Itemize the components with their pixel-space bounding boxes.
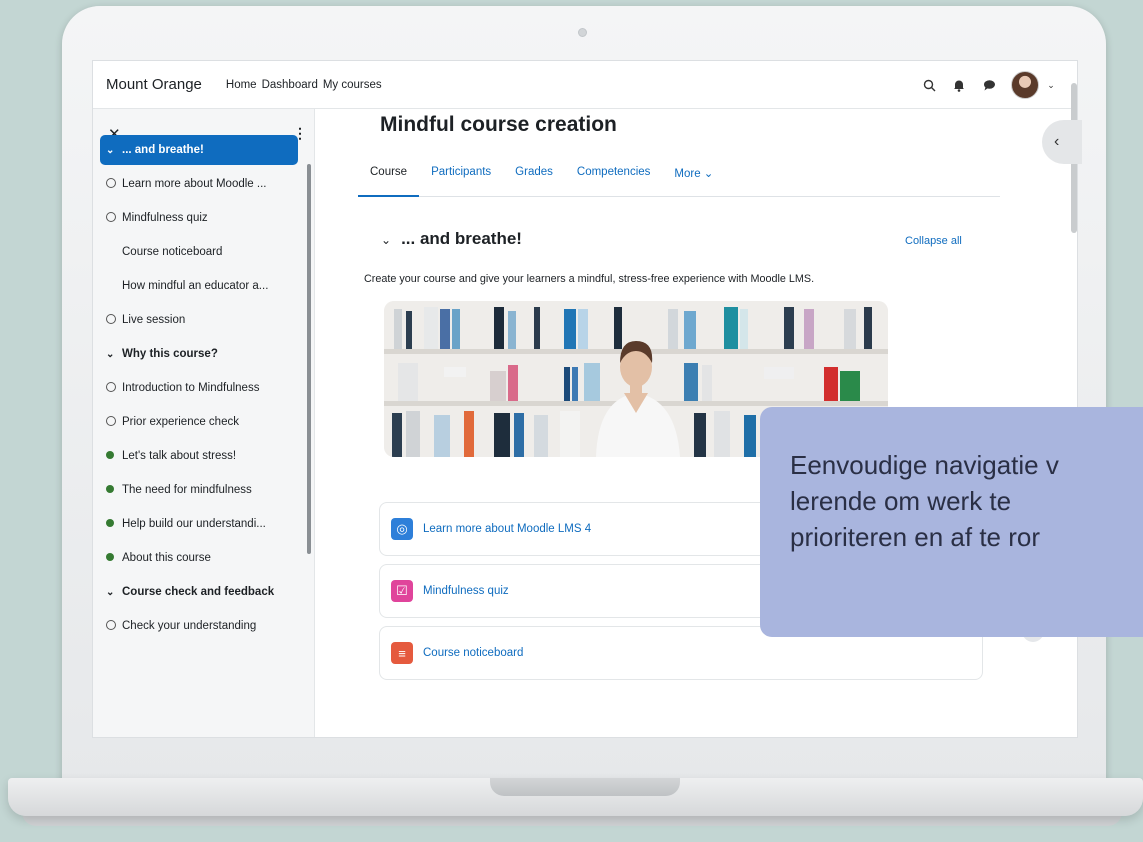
course-index-item-label: Check your understanding bbox=[122, 620, 257, 632]
course-index-item-label: Introduction to Mindfulness bbox=[122, 382, 260, 394]
site-brand[interactable]: Mount Orange bbox=[106, 76, 202, 93]
webcam bbox=[578, 28, 587, 37]
quiz-icon: ☑ bbox=[391, 580, 413, 602]
course-index-item-label: Mindfulness quiz bbox=[122, 212, 208, 224]
callout-line: lerende om werk te bbox=[790, 486, 1012, 516]
course-index-item[interactable]: Live session bbox=[100, 305, 298, 335]
course-index-item[interactable]: How mindful an educator a... bbox=[100, 271, 298, 301]
course-index-item-label: Prior experience check bbox=[122, 416, 239, 428]
course-index-item-label: Why this course? bbox=[122, 348, 218, 360]
incomplete-circle-icon bbox=[106, 620, 122, 633]
section-title[interactable]: ⌄ ... and breathe! bbox=[381, 229, 522, 249]
chat-icon[interactable] bbox=[981, 77, 997, 93]
drawer-scrollbar[interactable] bbox=[307, 164, 311, 554]
course-index-item-label: Course check and feedback bbox=[122, 586, 275, 598]
course-index-item[interactable]: ⌄ Why this course? bbox=[100, 339, 298, 369]
user-avatar[interactable] bbox=[1011, 71, 1039, 99]
course-index-item[interactable]: Let's talk about stress! bbox=[100, 441, 298, 471]
collapse-all-link[interactable]: Collapse all bbox=[905, 235, 962, 247]
activity-link[interactable]: Learn more about Moodle LMS 4 bbox=[423, 523, 591, 535]
section-description: Create your course and give your learner… bbox=[364, 273, 815, 285]
course-index-item-label: The need for mindfulness bbox=[122, 484, 252, 496]
page-title: Mindful course creation bbox=[380, 113, 617, 136]
course-index-drawer: ✕ ⋮ ⌄... and breathe!Learn more about Mo… bbox=[93, 109, 315, 737]
completed-dot-icon bbox=[106, 484, 122, 496]
course-index-item[interactable]: Introduction to Mindfulness bbox=[100, 373, 298, 403]
incomplete-circle-icon bbox=[106, 416, 122, 429]
section-title-text: ... and breathe! bbox=[401, 229, 522, 248]
course-index-item[interactable]: Help build our understandi... bbox=[100, 509, 298, 539]
chevron-down-icon[interactable]: ⌄ bbox=[381, 233, 391, 247]
right-drawer-toggle[interactable]: ‹ bbox=[1042, 120, 1082, 164]
nav-dashboard[interactable]: Dashboard bbox=[262, 79, 318, 91]
course-index-item[interactable]: About this course bbox=[100, 543, 298, 573]
incomplete-circle-icon bbox=[106, 314, 122, 327]
course-index-item-label: Learn more about Moodle ... bbox=[122, 178, 267, 190]
callout-line: prioriteren en af te ror bbox=[790, 522, 1041, 552]
bell-icon[interactable] bbox=[951, 77, 967, 93]
course-index-item-label: Course noticeboard bbox=[122, 246, 223, 258]
nav-home[interactable]: Home bbox=[226, 79, 257, 91]
tab-course[interactable]: Course bbox=[358, 163, 420, 197]
course-index-item[interactable]: ⌄ Course check and feedback bbox=[100, 577, 298, 607]
completed-dot-icon bbox=[106, 552, 122, 564]
course-index-item-label: Help build our understandi... bbox=[122, 518, 266, 530]
incomplete-circle-icon bbox=[106, 178, 122, 191]
chevron-down-icon[interactable]: ⌄ bbox=[1043, 77, 1059, 93]
incomplete-circle-icon bbox=[106, 382, 122, 395]
course-index-item-label: Live session bbox=[122, 314, 186, 326]
chevron-down-icon[interactable]: ⌄ bbox=[106, 349, 122, 360]
course-index-item-label: Let's talk about stress! bbox=[122, 450, 237, 462]
course-index-item[interactable]: Prior experience check bbox=[100, 407, 298, 437]
callout-line: Eenvoudige navigatie v bbox=[790, 450, 1059, 480]
course-index-item[interactable]: Mindfulness quiz bbox=[100, 203, 298, 233]
course-index-item[interactable]: Learn more about Moodle ... bbox=[100, 169, 298, 199]
course-index-item-label: About this course bbox=[122, 552, 211, 564]
chevron-down-icon[interactable]: ⌄ bbox=[106, 145, 122, 156]
laptop-notch bbox=[490, 778, 680, 796]
search-icon[interactable] bbox=[921, 77, 937, 93]
tab-participants[interactable]: Participants bbox=[419, 163, 503, 197]
completed-dot-icon bbox=[106, 450, 122, 462]
nav-my-courses[interactable]: My courses bbox=[323, 79, 382, 91]
callout-box: Eenvoudige navigatie v lerende om werk t… bbox=[760, 407, 1143, 637]
chevron-left-icon[interactable]: ‹ bbox=[1054, 133, 1059, 151]
activity-link[interactable]: Course noticeboard bbox=[423, 647, 523, 659]
navbar-actions: ⌄ bbox=[921, 71, 1059, 99]
course-index-item[interactable]: The need for mindfulness bbox=[100, 475, 298, 505]
tab-grades[interactable]: Grades bbox=[503, 163, 565, 197]
activity-link[interactable]: Mindfulness quiz bbox=[423, 585, 509, 597]
tab-competencies[interactable]: Competencies bbox=[565, 163, 663, 197]
incomplete-circle-icon bbox=[106, 212, 122, 225]
tab-more[interactable]: More ⌄ bbox=[662, 163, 725, 197]
top-navbar: Mount Orange Home Dashboard My courses ⌄ bbox=[93, 61, 1077, 109]
course-index-item[interactable]: ⌄... and breathe! bbox=[100, 135, 298, 165]
globe-icon: ◎ bbox=[391, 518, 413, 540]
course-tabs: Course Participants Grades Competencies … bbox=[358, 163, 1000, 197]
course-index-item[interactable]: Course noticeboard bbox=[100, 237, 298, 267]
forum-icon: ≡ bbox=[391, 642, 413, 664]
chevron-down-icon[interactable]: ⌄ bbox=[106, 587, 122, 598]
course-index-item-label: ... and breathe! bbox=[122, 144, 204, 156]
course-index-item[interactable]: Check your understanding bbox=[100, 611, 298, 641]
completed-dot-icon bbox=[106, 518, 122, 530]
course-index-item-label: How mindful an educator a... bbox=[122, 280, 269, 292]
